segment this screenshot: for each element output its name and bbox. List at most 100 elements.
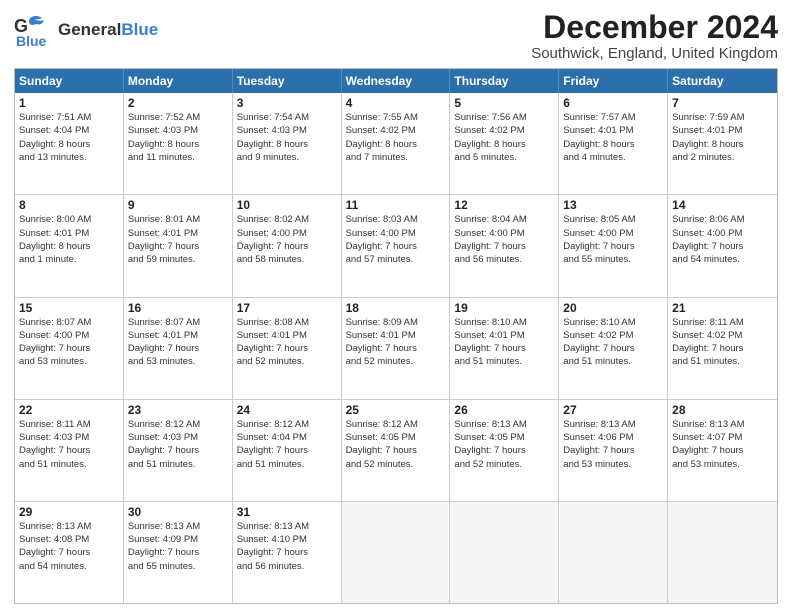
- logo-icon: G Blue: [14, 10, 54, 50]
- day-number: 18: [346, 301, 446, 315]
- calendar-cell: [450, 502, 559, 603]
- calendar-cell: 23Sunrise: 8:12 AM Sunset: 4:03 PM Dayli…: [124, 400, 233, 501]
- day-info: Sunrise: 8:07 AM Sunset: 4:01 PM Dayligh…: [128, 316, 228, 369]
- calendar: Sunday Monday Tuesday Wednesday Thursday…: [14, 68, 778, 604]
- day-number: 23: [128, 403, 228, 417]
- calendar-cell: 6Sunrise: 7:57 AM Sunset: 4:01 PM Daylig…: [559, 93, 668, 194]
- logo-text: GeneralBlue: [58, 21, 158, 40]
- day-number: 12: [454, 198, 554, 212]
- day-info: Sunrise: 8:01 AM Sunset: 4:01 PM Dayligh…: [128, 213, 228, 266]
- calendar-cell: 3Sunrise: 7:54 AM Sunset: 4:03 PM Daylig…: [233, 93, 342, 194]
- day-number: 7: [672, 96, 773, 110]
- day-info: Sunrise: 8:11 AM Sunset: 4:02 PM Dayligh…: [672, 316, 773, 369]
- day-number: 5: [454, 96, 554, 110]
- day-number: 29: [19, 505, 119, 519]
- day-info: Sunrise: 8:13 AM Sunset: 4:06 PM Dayligh…: [563, 418, 663, 471]
- calendar-cell: 31Sunrise: 8:13 AM Sunset: 4:10 PM Dayli…: [233, 502, 342, 603]
- day-info: Sunrise: 8:03 AM Sunset: 4:00 PM Dayligh…: [346, 213, 446, 266]
- day-info: Sunrise: 8:11 AM Sunset: 4:03 PM Dayligh…: [19, 418, 119, 471]
- header-saturday: Saturday: [668, 69, 777, 93]
- calendar-cell: 7Sunrise: 7:59 AM Sunset: 4:01 PM Daylig…: [668, 93, 777, 194]
- day-info: Sunrise: 8:00 AM Sunset: 4:01 PM Dayligh…: [19, 213, 119, 266]
- day-info: Sunrise: 8:05 AM Sunset: 4:00 PM Dayligh…: [563, 213, 663, 266]
- header-thursday: Thursday: [450, 69, 559, 93]
- day-number: 2: [128, 96, 228, 110]
- subtitle: Southwick, England, United Kingdom: [531, 45, 778, 62]
- day-number: 19: [454, 301, 554, 315]
- header-wednesday: Wednesday: [342, 69, 451, 93]
- day-info: Sunrise: 7:56 AM Sunset: 4:02 PM Dayligh…: [454, 111, 554, 164]
- day-info: Sunrise: 8:04 AM Sunset: 4:00 PM Dayligh…: [454, 213, 554, 266]
- calendar-cell: 2Sunrise: 7:52 AM Sunset: 4:03 PM Daylig…: [124, 93, 233, 194]
- calendar-header: Sunday Monday Tuesday Wednesday Thursday…: [15, 69, 777, 93]
- day-number: 30: [128, 505, 228, 519]
- day-info: Sunrise: 8:13 AM Sunset: 4:10 PM Dayligh…: [237, 520, 337, 573]
- calendar-cell: 24Sunrise: 8:12 AM Sunset: 4:04 PM Dayli…: [233, 400, 342, 501]
- day-number: 17: [237, 301, 337, 315]
- page: G Blue GeneralBlue December 2024 Southwi…: [0, 0, 792, 612]
- day-number: 31: [237, 505, 337, 519]
- header-tuesday: Tuesday: [233, 69, 342, 93]
- day-number: 20: [563, 301, 663, 315]
- logo-blue: Blue: [121, 20, 158, 39]
- day-info: Sunrise: 8:13 AM Sunset: 4:08 PM Dayligh…: [19, 520, 119, 573]
- calendar-cell: 21Sunrise: 8:11 AM Sunset: 4:02 PM Dayli…: [668, 298, 777, 399]
- calendar-cell: 1Sunrise: 7:51 AM Sunset: 4:04 PM Daylig…: [15, 93, 124, 194]
- calendar-cell: 25Sunrise: 8:12 AM Sunset: 4:05 PM Dayli…: [342, 400, 451, 501]
- calendar-cell: [559, 502, 668, 603]
- day-number: 16: [128, 301, 228, 315]
- calendar-cell: 19Sunrise: 8:10 AM Sunset: 4:01 PM Dayli…: [450, 298, 559, 399]
- day-info: Sunrise: 7:57 AM Sunset: 4:01 PM Dayligh…: [563, 111, 663, 164]
- calendar-cell: 10Sunrise: 8:02 AM Sunset: 4:00 PM Dayli…: [233, 195, 342, 296]
- day-number: 25: [346, 403, 446, 417]
- day-number: 28: [672, 403, 773, 417]
- day-info: Sunrise: 8:02 AM Sunset: 4:00 PM Dayligh…: [237, 213, 337, 266]
- calendar-cell: 4Sunrise: 7:55 AM Sunset: 4:02 PM Daylig…: [342, 93, 451, 194]
- day-info: Sunrise: 8:12 AM Sunset: 4:03 PM Dayligh…: [128, 418, 228, 471]
- calendar-cell: 29Sunrise: 8:13 AM Sunset: 4:08 PM Dayli…: [15, 502, 124, 603]
- calendar-cell: 5Sunrise: 7:56 AM Sunset: 4:02 PM Daylig…: [450, 93, 559, 194]
- title-block: December 2024 Southwick, England, United…: [531, 10, 778, 62]
- svg-text:Blue: Blue: [16, 33, 47, 49]
- day-info: Sunrise: 7:59 AM Sunset: 4:01 PM Dayligh…: [672, 111, 773, 164]
- day-number: 13: [563, 198, 663, 212]
- day-number: 1: [19, 96, 119, 110]
- day-number: 21: [672, 301, 773, 315]
- calendar-cell: 17Sunrise: 8:08 AM Sunset: 4:01 PM Dayli…: [233, 298, 342, 399]
- calendar-week-3: 15Sunrise: 8:07 AM Sunset: 4:00 PM Dayli…: [15, 297, 777, 399]
- day-number: 4: [346, 96, 446, 110]
- day-number: 10: [237, 198, 337, 212]
- day-number: 15: [19, 301, 119, 315]
- day-info: Sunrise: 8:09 AM Sunset: 4:01 PM Dayligh…: [346, 316, 446, 369]
- day-info: Sunrise: 7:51 AM Sunset: 4:04 PM Dayligh…: [19, 111, 119, 164]
- day-number: 11: [346, 198, 446, 212]
- day-number: 27: [563, 403, 663, 417]
- day-info: Sunrise: 7:52 AM Sunset: 4:03 PM Dayligh…: [128, 111, 228, 164]
- calendar-week-4: 22Sunrise: 8:11 AM Sunset: 4:03 PM Dayli…: [15, 399, 777, 501]
- day-info: Sunrise: 8:10 AM Sunset: 4:01 PM Dayligh…: [454, 316, 554, 369]
- calendar-cell: 18Sunrise: 8:09 AM Sunset: 4:01 PM Dayli…: [342, 298, 451, 399]
- day-number: 22: [19, 403, 119, 417]
- calendar-cell: 30Sunrise: 8:13 AM Sunset: 4:09 PM Dayli…: [124, 502, 233, 603]
- calendar-cell: 15Sunrise: 8:07 AM Sunset: 4:00 PM Dayli…: [15, 298, 124, 399]
- calendar-cell: 27Sunrise: 8:13 AM Sunset: 4:06 PM Dayli…: [559, 400, 668, 501]
- calendar-cell: 12Sunrise: 8:04 AM Sunset: 4:00 PM Dayli…: [450, 195, 559, 296]
- day-info: Sunrise: 7:55 AM Sunset: 4:02 PM Dayligh…: [346, 111, 446, 164]
- day-info: Sunrise: 8:06 AM Sunset: 4:00 PM Dayligh…: [672, 213, 773, 266]
- calendar-cell: 13Sunrise: 8:05 AM Sunset: 4:00 PM Dayli…: [559, 195, 668, 296]
- day-info: Sunrise: 8:12 AM Sunset: 4:04 PM Dayligh…: [237, 418, 337, 471]
- calendar-week-2: 8Sunrise: 8:00 AM Sunset: 4:01 PM Daylig…: [15, 194, 777, 296]
- day-info: Sunrise: 8:07 AM Sunset: 4:00 PM Dayligh…: [19, 316, 119, 369]
- calendar-cell: 20Sunrise: 8:10 AM Sunset: 4:02 PM Dayli…: [559, 298, 668, 399]
- calendar-cell: 11Sunrise: 8:03 AM Sunset: 4:00 PM Dayli…: [342, 195, 451, 296]
- day-number: 14: [672, 198, 773, 212]
- day-info: Sunrise: 8:13 AM Sunset: 4:05 PM Dayligh…: [454, 418, 554, 471]
- day-number: 9: [128, 198, 228, 212]
- header: G Blue GeneralBlue December 2024 Southwi…: [14, 10, 778, 62]
- day-info: Sunrise: 8:13 AM Sunset: 4:07 PM Dayligh…: [672, 418, 773, 471]
- day-number: 6: [563, 96, 663, 110]
- calendar-cell: 16Sunrise: 8:07 AM Sunset: 4:01 PM Dayli…: [124, 298, 233, 399]
- logo: G Blue GeneralBlue: [14, 10, 158, 50]
- logo-general: General: [58, 20, 121, 39]
- day-info: Sunrise: 7:54 AM Sunset: 4:03 PM Dayligh…: [237, 111, 337, 164]
